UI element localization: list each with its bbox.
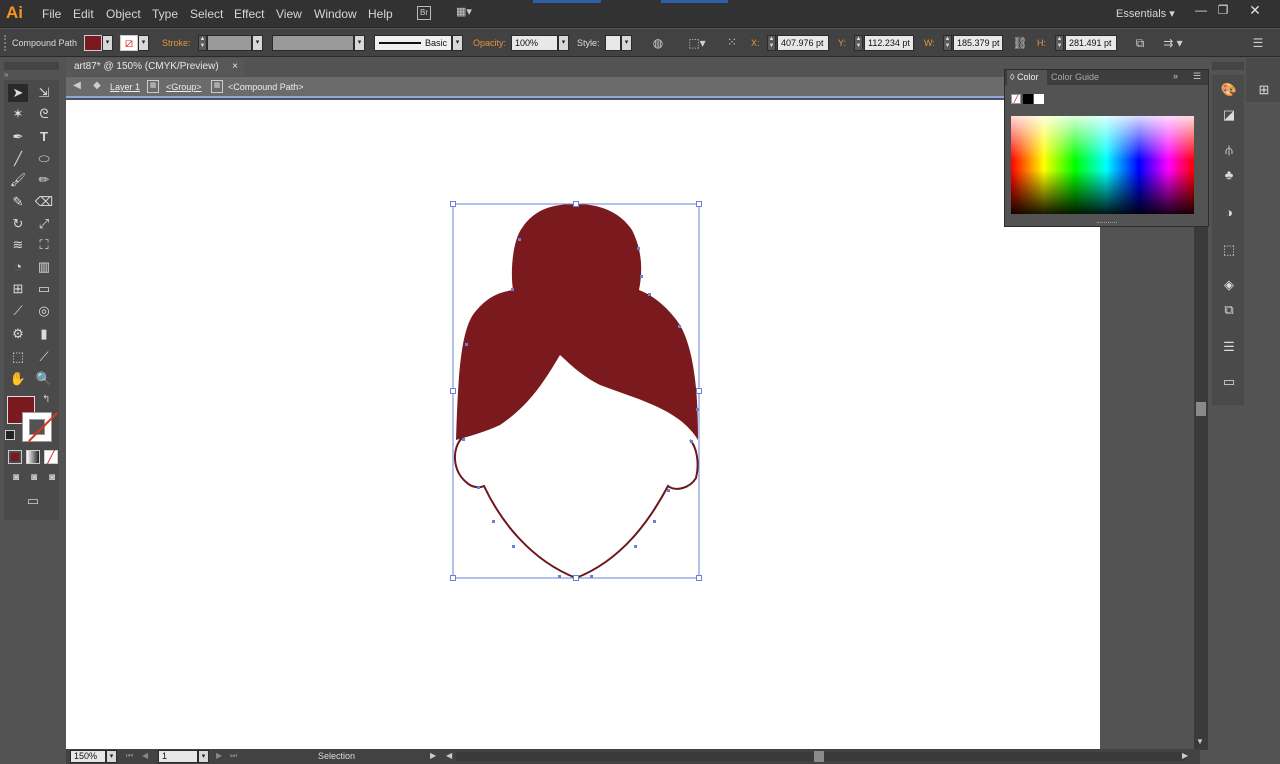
- grid-panel-icon[interactable]: ⊞: [1254, 80, 1274, 100]
- black-swatch[interactable]: [1023, 94, 1033, 104]
- color-panel: ◊ Color Color Guide » ☰ ╱: [1004, 69, 1209, 227]
- anchor-point[interactable]: [462, 438, 465, 441]
- appearance-icon[interactable]: ◑: [1219, 203, 1239, 223]
- anchor-point[interactable]: [690, 440, 693, 443]
- scroll-right-icon[interactable]: ▶: [1182, 751, 1188, 760]
- last-artboard-icon[interactable]: ⏭: [230, 751, 237, 761]
- color-spectrum[interactable]: [1011, 116, 1194, 214]
- next-artboard-icon[interactable]: ▶: [216, 751, 222, 760]
- handle-top-left[interactable]: [450, 201, 456, 207]
- handle-top-center[interactable]: [573, 201, 579, 207]
- handle-bottom-left[interactable]: [450, 575, 456, 581]
- anchor-point[interactable]: [477, 486, 480, 489]
- handle-bottom-right[interactable]: [696, 575, 702, 581]
- handle-middle-left[interactable]: [450, 388, 456, 394]
- anchor-point[interactable]: [637, 247, 640, 250]
- brushes-icon[interactable]: ⫛: [1219, 140, 1239, 160]
- handle-bottom-center[interactable]: [573, 575, 579, 581]
- scroll-down-icon[interactable]: ▼: [1196, 737, 1204, 746]
- handle-top-right[interactable]: [696, 201, 702, 207]
- handle-middle-right[interactable]: [696, 388, 702, 394]
- anchor-point[interactable]: [590, 575, 593, 578]
- anchor-point[interactable]: [648, 293, 651, 296]
- status-menu-arrow-icon[interactable]: ▶: [430, 751, 436, 760]
- anchor-point[interactable]: [667, 489, 670, 492]
- dock-header: [1212, 62, 1244, 70]
- symbols-icon[interactable]: ♣: [1219, 165, 1239, 185]
- none-swatch[interactable]: ╱: [1011, 94, 1021, 104]
- anchor-point[interactable]: [678, 325, 681, 328]
- anchor-point[interactable]: [511, 288, 514, 291]
- vertical-scroll-thumb[interactable]: [1196, 402, 1206, 416]
- collapse-panel-icon[interactable]: »: [1173, 71, 1178, 81]
- anchor-point[interactable]: [634, 545, 637, 548]
- artboard-field[interactable]: 1: [158, 750, 198, 763]
- anchor-point[interactable]: [558, 575, 561, 578]
- anchor-point[interactable]: [492, 520, 495, 523]
- previous-artboard-icon[interactable]: ◀: [142, 751, 148, 760]
- gradient-panel-icon[interactable]: ▭: [1219, 372, 1239, 392]
- align-icon[interactable]: ☰: [1219, 337, 1239, 357]
- white-swatch[interactable]: [1034, 94, 1044, 104]
- anchor-point[interactable]: [518, 238, 521, 241]
- zoom-field[interactable]: 150%: [70, 750, 106, 763]
- horizontal-scroll-thumb[interactable]: [814, 751, 824, 762]
- hair-bun-compound-path[interactable]: [456, 204, 698, 440]
- layers-icon[interactable]: ◈: [1219, 275, 1239, 295]
- status-bar: 150% ▾ ⏮ ◀ 1 ▾ ▶ ⏭ Selection ▶ ◀ ▶: [66, 749, 1200, 764]
- zoom-dropdown[interactable]: ▾: [106, 750, 117, 763]
- anchor-point[interactable]: [640, 275, 643, 278]
- tab-color-guide[interactable]: Color Guide: [1051, 72, 1099, 82]
- artboard-dropdown[interactable]: ▾: [198, 750, 209, 763]
- first-artboard-icon[interactable]: ⏮: [126, 751, 133, 761]
- tab-color-label: Color: [1016, 72, 1039, 82]
- color-guide-icon[interactable]: ◪: [1219, 105, 1239, 125]
- anchor-point[interactable]: [512, 545, 515, 548]
- scroll-left-icon[interactable]: ◀: [446, 751, 452, 760]
- anchor-point[interactable]: [696, 408, 699, 411]
- anchor-point[interactable]: [465, 343, 468, 346]
- color-panel-icon[interactable]: 🎨: [1219, 80, 1239, 100]
- pathfinder-icon[interactable]: ⧉: [1219, 300, 1239, 320]
- current-tool-status[interactable]: Selection: [318, 751, 355, 761]
- panel-resize-grip[interactable]: [1097, 222, 1117, 225]
- panel-options-icon[interactable]: ☰: [1193, 71, 1201, 82]
- face-outline-path[interactable]: [454, 437, 699, 580]
- artboards-icon[interactable]: ⬚: [1219, 240, 1239, 260]
- tab-color[interactable]: ◊ Color: [1007, 70, 1047, 85]
- anchor-point[interactable]: [653, 520, 656, 523]
